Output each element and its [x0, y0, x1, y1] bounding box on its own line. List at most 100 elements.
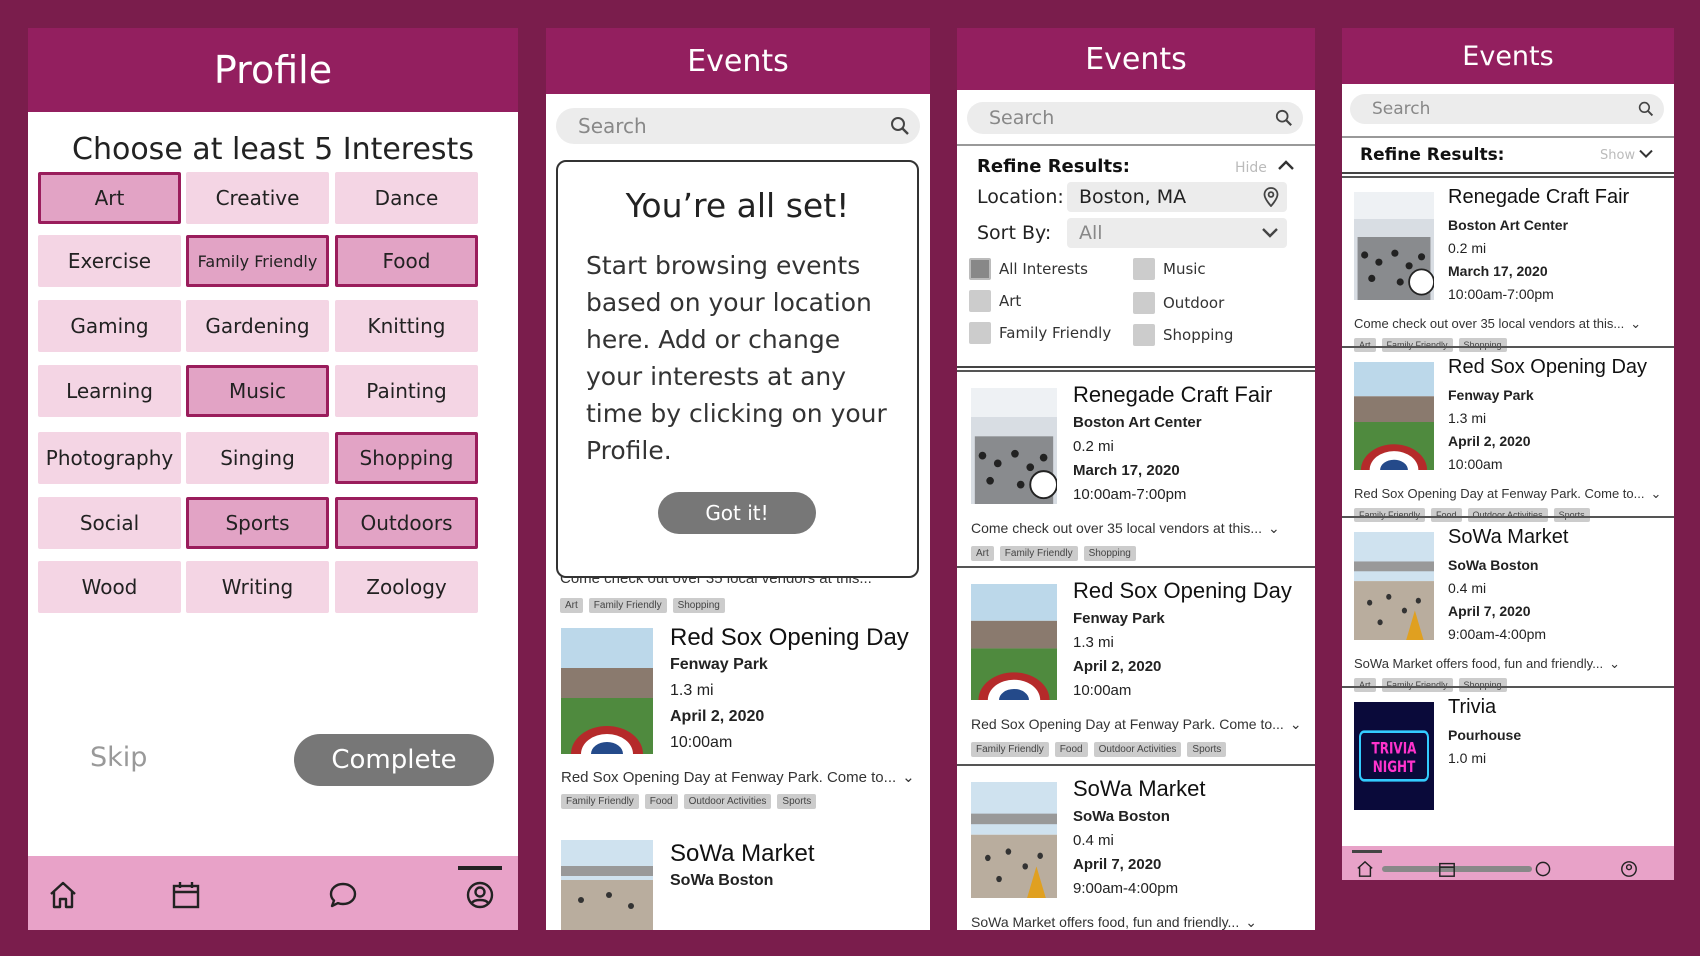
search-icon[interactable]	[1275, 109, 1293, 127]
interest-chip-painting[interactable]: Painting	[335, 365, 478, 417]
interest-chip-gaming[interactable]: Gaming	[38, 300, 181, 352]
event-venue: Fenway Park	[1073, 610, 1165, 627]
interest-chip-exercise[interactable]: Exercise	[38, 235, 181, 287]
refine-title: Refine Results:	[1360, 145, 1505, 165]
event-description: SoWa Market offers food, fun and friendl…	[971, 914, 1240, 930]
page-title: Profile	[28, 28, 518, 112]
interest-chip-wood[interactable]: Wood	[38, 561, 181, 613]
search-input[interactable]: Search	[556, 108, 920, 144]
active-tab-indicator	[1352, 850, 1382, 853]
event-date: April 2, 2020	[670, 708, 765, 725]
event-name: Renegade Craft Fair	[1448, 186, 1630, 208]
profile-icon[interactable]	[1620, 860, 1638, 878]
filter-checkbox[interactable]: Art	[969, 290, 1021, 312]
event-venue: Pourhouse	[1448, 727, 1522, 743]
event-card[interactable]: Red Sox Opening Day Fenway Park 1.3 mi A…	[546, 620, 930, 830]
event-card[interactable]: Renegade Craft Fair Boston Art Center 0.2 …	[1342, 176, 1674, 352]
interest-chip-learning[interactable]: Learning	[38, 365, 181, 417]
active-tab-indicator	[458, 866, 502, 870]
search-icon[interactable]	[890, 116, 910, 136]
interest-chip-food[interactable]: Food	[335, 235, 478, 287]
location-field[interactable]: Boston, MA	[1067, 182, 1287, 212]
event-name: SoWa Market	[1073, 776, 1206, 801]
interest-chip-shopping[interactable]: Shopping	[335, 432, 478, 484]
calendar-icon[interactable]	[171, 880, 201, 910]
chevron-down-icon[interactable]: ⌄	[902, 768, 915, 786]
interest-chip-singing[interactable]: Singing	[186, 432, 329, 484]
profile-icon[interactable]	[465, 880, 495, 910]
event-venue: Fenway Park	[670, 656, 768, 673]
page-title: Events	[1342, 28, 1674, 84]
event-tags: Art Family Friendly Shopping	[971, 546, 1136, 561]
chevron-down-icon[interactable]: ⌄	[1290, 716, 1302, 733]
interest-chip-dance[interactable]: Dance	[335, 172, 478, 224]
event-distance: 1.3 mi	[670, 682, 714, 699]
calendar-icon[interactable]	[1438, 860, 1456, 878]
event-description: Red Sox Opening Day at Fenway Park. Come…	[971, 716, 1284, 732]
filter-label: Shopping	[1163, 326, 1234, 344]
interest-chip-sports[interactable]: Sports	[186, 497, 329, 549]
got-it-button[interactable]: Got it!	[658, 492, 816, 534]
event-distance: 1.3 mi	[1073, 634, 1114, 651]
event-date: April 2, 2020	[1073, 658, 1162, 675]
svg-text:TRIVIA: TRIVIA	[1372, 740, 1417, 758]
interest-chip-gardening[interactable]: Gardening	[186, 300, 329, 352]
interest-chip-writing[interactable]: Writing	[186, 561, 329, 613]
event-card[interactable]: Red Sox Opening Day Fenway Park 1.3 mi Apri…	[1342, 346, 1674, 522]
sort-select[interactable]: All	[1067, 218, 1287, 248]
events-screen-onboarding: Events Search Come check out over 35 loc…	[546, 28, 930, 930]
chevron-down-icon[interactable]: ⌄	[1609, 656, 1620, 672]
interest-chip-knitting[interactable]: Knitting	[335, 300, 478, 352]
event-tags: Family Friendly Food Outdoor Activities Spo…	[971, 742, 1227, 757]
chevron-down-icon[interactable]: ⌄	[1268, 520, 1280, 537]
chevron-down-icon[interactable]: ⌄	[1630, 316, 1641, 332]
event-card[interactable]: TRIVIA NIGHT Trivia Pourhouse 1.0 mi	[1342, 686, 1674, 826]
chevron-down-icon[interactable]: ⌄	[1245, 914, 1257, 930]
interest-chip-outdoors[interactable]: Outdoors	[335, 497, 478, 549]
event-card[interactable]: SoWa Market SoWa Boston 0.4 mi April 7, 202…	[957, 764, 1315, 930]
filter-checkbox[interactable]: Outdoor	[1133, 292, 1224, 314]
event-card[interactable]: Red Sox Opening Day Fenway Park 1.3 mi Apri…	[957, 566, 1315, 764]
event-card[interactable]: Renegade Craft Fair Boston Art Center 0.2 …	[957, 370, 1315, 566]
chat-icon[interactable]	[328, 880, 358, 910]
event-distance: 1.3 mi	[1448, 410, 1487, 426]
show-toggle[interactable]: Show	[1600, 148, 1635, 163]
onboarding-modal: You’re all set! Start browsing events ba…	[556, 160, 919, 578]
refine-panel: Refine Results: Hide Location: Boston, M…	[957, 144, 1315, 368]
search-input[interactable]: Search	[1350, 94, 1664, 124]
chevron-down-icon[interactable]: ⌄	[1650, 486, 1661, 502]
interest-chip-art[interactable]: Art	[38, 172, 181, 224]
home-icon[interactable]	[1356, 860, 1374, 878]
event-venue: SoWa Boston	[1073, 808, 1170, 825]
chat-icon[interactable]	[1534, 860, 1552, 878]
event-venue: SoWa Boston	[1448, 557, 1539, 573]
event-time: 10:00am-7:00pm	[1073, 486, 1187, 503]
event-card[interactable]: SoWa Market SoWa Boston	[546, 836, 930, 930]
event-card[interactable]: SoWa Market SoWa Boston 0.4 mi April 7, 202…	[1342, 516, 1674, 692]
interest-chip-zoology[interactable]: Zoology	[335, 561, 478, 613]
event-time: 10:00am	[1448, 456, 1503, 472]
filter-checkbox[interactable]: Family Friendly	[969, 322, 1111, 344]
location-pin-icon	[1263, 187, 1279, 207]
search-icon[interactable]	[1638, 101, 1654, 117]
svg-text:NIGHT: NIGHT	[1373, 759, 1416, 777]
filter-checkbox[interactable]: All Interests	[969, 258, 1088, 280]
interest-chip-creative[interactable]: Creative	[186, 172, 329, 224]
hide-toggle[interactable]: Hide	[1235, 160, 1267, 176]
filter-checkbox[interactable]: Shopping	[1133, 324, 1233, 346]
filter-checkbox[interactable]: Music	[1133, 258, 1206, 280]
chevron-up-icon[interactable]	[1277, 158, 1295, 172]
interest-chip-music[interactable]: Music	[186, 365, 329, 417]
interest-chip-photography[interactable]: Photography	[38, 432, 181, 484]
search-input[interactable]: Search	[967, 102, 1303, 134]
home-icon[interactable]	[48, 880, 78, 910]
chevron-down-icon[interactable]	[1638, 148, 1654, 160]
tag: Shopping	[1083, 546, 1136, 561]
complete-button[interactable]: Complete	[294, 734, 494, 786]
skip-button[interactable]: Skip	[90, 742, 147, 773]
event-date: April 7, 2020	[1448, 603, 1531, 619]
interest-chip-family-friendly[interactable]: Family Friendly	[186, 235, 329, 287]
event-description-row: SoWa Market offers food, fun and friendl…	[971, 914, 1257, 930]
tag: Family Friendly	[561, 794, 639, 809]
interest-chip-social[interactable]: Social	[38, 497, 181, 549]
